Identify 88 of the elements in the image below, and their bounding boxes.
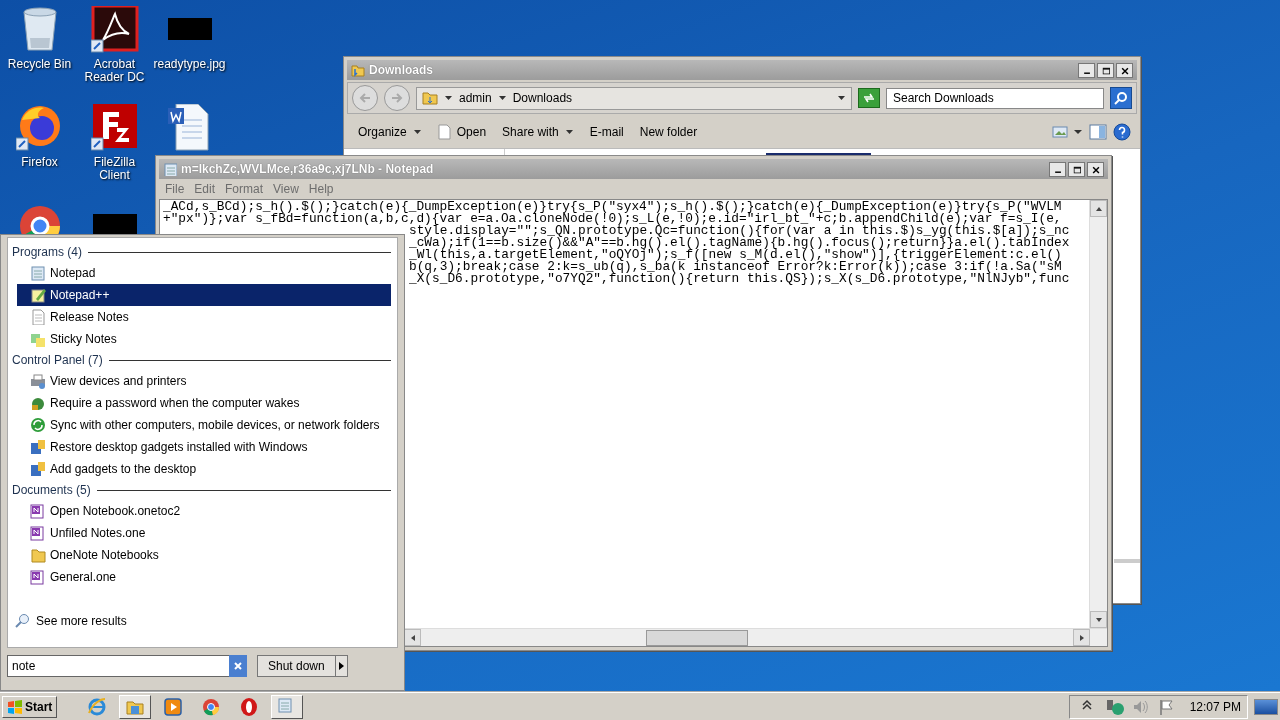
desktop-icon-label[interactable]: Firefox: [2, 156, 77, 169]
filezilla-icon[interactable]: [90, 104, 139, 152]
search-field[interactable]: note: [7, 655, 229, 677]
search-result[interactable]: Release Notes: [17, 306, 391, 328]
code-line: _X(s_D6.prototype,"o7YQ2",function(){return this.QS});s_X(s_D6.prototype,"NlNJyb",func: [408, 273, 1071, 285]
clear-icon[interactable]: [233, 661, 243, 671]
pdf-icon[interactable]: [90, 6, 139, 54]
search-result[interactable]: Notepad++: [17, 284, 391, 306]
search-result[interactable]: OneNote Notebooks: [17, 544, 391, 566]
group-heading: Control Panel (7): [12, 353, 103, 367]
clock[interactable]: 12:07 PM: [1189, 699, 1241, 714]
caret-icon[interactable]: [564, 128, 574, 136]
window-title: Downloads: [369, 63, 434, 77]
show-desktop-button[interactable]: [1254, 698, 1278, 715]
window-title: m=IkchZc,WVLMce,r36a9c,xj7LNb - Notepad: [181, 162, 435, 176]
caret-icon[interactable]: [412, 128, 422, 136]
chrome-icon: [201, 696, 222, 717]
search-result[interactable]: View devices and printers: [17, 370, 391, 392]
scroll-right-icon[interactable]: [1078, 633, 1085, 642]
clear-button[interactable]: [229, 655, 247, 677]
code-line: style.display="";s_QN.prototype.Qc=function(){for(var a in this.$)s_yg(this.$[a]);s_nc: [409, 225, 1071, 237]
shut-down-button[interactable]: Shut down: [257, 655, 336, 677]
search-result[interactable]: Require a password when the computer wakes: [17, 392, 391, 414]
search-result[interactable]: Notepad: [17, 262, 391, 284]
desktop-icon-label[interactable]: Acrobat Reader DC: [77, 58, 152, 84]
breadcrumb-item[interactable]: Downloads: [512, 91, 573, 105]
search-result[interactable]: Restore desktop gadgets installed with Windows: [17, 436, 391, 458]
folder-icon: [422, 90, 438, 106]
toolbar-button[interactable]: New folder: [633, 122, 704, 142]
caret-icon[interactable]: [837, 94, 846, 102]
notebook-file-icon: [30, 569, 46, 585]
group-heading: Programs (4): [12, 245, 82, 259]
arrow-icon[interactable]: [338, 662, 344, 670]
desktop-icon-label[interactable]: readytype.jpg: [152, 58, 227, 71]
text-file-icon: [30, 309, 46, 325]
taskbar-button[interactable]: [271, 694, 304, 719]
opera-icon: [239, 696, 260, 717]
search-result[interactable]: Add gadgets to the desktop: [17, 458, 391, 480]
sync-icon: [30, 417, 46, 433]
code-line: _ACd,s_BCd);s_h().$();}catch(e){_DumpException(e)}try{s_P("syx4");s_h().$();}catch(e){_DumpException(e)}try{s_P("WVLM: [163, 201, 1063, 213]
search-icon: [14, 613, 30, 629]
caret-icon: [444, 94, 453, 102]
scroll-up-icon[interactable]: [1094, 205, 1103, 212]
media-player-icon: [163, 696, 184, 717]
folder-icon: [351, 63, 365, 77]
desktop-icon-label[interactable]: FileZilla Client: [77, 156, 152, 182]
start-button[interactable]: Start: [2, 695, 58, 718]
help-icon[interactable]: [1112, 122, 1132, 142]
scroll-down-icon[interactable]: [1094, 616, 1103, 623]
code-line: +"px")};var s_fBd=function(a,b,c,d){var e=a.Oa.cloneNode(!0);s_L(e,!0);e.id="irl_bt_"+c;b.appendChild(e);var f=s_I(e,: [163, 213, 1062, 225]
notepad-icon: [163, 162, 177, 176]
toolbar-button[interactable]: Open: [431, 121, 493, 143]
search-result[interactable]: Sticky Notes: [17, 328, 391, 350]
flag-icon[interactable]: [1157, 697, 1176, 716]
notebook-file-icon: [30, 503, 46, 519]
printer-icon: [30, 373, 46, 389]
network-icon[interactable]: [1105, 697, 1124, 716]
see-more-link[interactable]: See more results: [36, 614, 127, 628]
search-result[interactable]: General.one: [17, 566, 391, 588]
sticky-notes-icon: [30, 331, 46, 347]
scroll-thumb[interactable]: [646, 630, 748, 646]
search-result[interactable]: Unfiled Notes.one: [17, 522, 391, 544]
notepad-icon: [30, 265, 46, 281]
search-result[interactable]: Open Notebook.onetoc2: [17, 500, 391, 522]
taskbar-button[interactable]: [119, 694, 152, 719]
caret-icon: [497, 94, 507, 102]
toolbar-button[interactable]: E-mail: [583, 122, 630, 142]
notebook-file-icon: [30, 525, 46, 541]
code-line: _cWa);if(1==b.size()&&"A"==b.hg().el().tagName){b.hg().focus();return}}a.el().tabIndex: [408, 237, 1071, 249]
notepad-pen-icon: [30, 287, 46, 303]
gadget-icon: [30, 439, 46, 455]
code-line: b(q,3);break;case 2:k=s_ub(q),s_ba(k instanceof Error?k:Error(k));case 3:if(!a.Sa("sM: [408, 261, 1062, 273]
toolbar-button[interactable]: Organize: [352, 122, 428, 142]
breadcrumb-item[interactable]: admin: [459, 91, 492, 105]
toolbar-button[interactable]: Share with: [496, 122, 580, 142]
search-field[interactable]: Search Downloads: [886, 87, 1104, 109]
group-heading: Documents (5): [12, 483, 91, 497]
scroll-left-icon[interactable]: [409, 633, 416, 642]
menu-item[interactable]: View: [268, 182, 304, 196]
folder-icon: [30, 547, 46, 563]
caret-icon[interactable]: [1072, 128, 1084, 136]
desktop-icon-label[interactable]: Recycle Bin: [2, 58, 77, 71]
code-line: _Wl(this,a.targetElement,"oQYOj");s_f([new s_M(d.el(),"show")],{triggerElement:c.el(): [408, 249, 1062, 261]
search-result[interactable]: Sync with other computers, mobile devices, or network folders: [17, 414, 391, 436]
vertical-scrollbar[interactable]: [1089, 200, 1107, 628]
address-bar[interactable]: admin Downloads: [416, 86, 852, 110]
internet-explorer-icon: [87, 696, 108, 717]
gadget-icon: [30, 461, 46, 477]
